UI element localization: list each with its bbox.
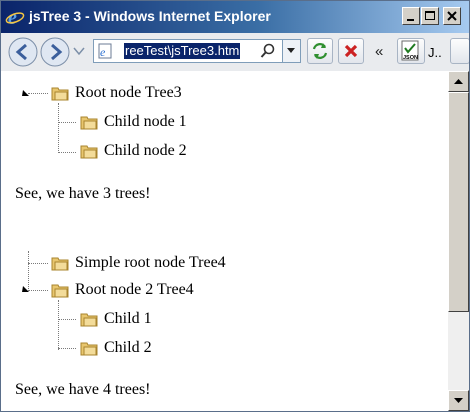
minimize-button[interactable] — [402, 7, 420, 25]
title-bar: e jsTree 3 - Windows Internet Explorer — [1, 1, 469, 33]
folder-icon — [51, 257, 69, 271]
folder-icon — [80, 145, 98, 159]
paragraph-text: See, we have 3 trees! — [15, 185, 151, 202]
node-label[interactable]: Child node 1 — [104, 110, 187, 134]
maximize-button[interactable] — [421, 7, 439, 25]
svg-text:e: e — [100, 45, 106, 59]
svg-text:JSON: JSON — [403, 55, 418, 61]
paragraph-text: See, we have 4 trees! — [15, 381, 151, 398]
back-icon[interactable] — [7, 36, 39, 68]
folder-icon — [80, 313, 98, 327]
refresh-button[interactable] — [307, 38, 333, 64]
node-label[interactable]: Child 2 — [104, 336, 152, 360]
refresh-icon — [312, 43, 328, 59]
folder-icon — [51, 87, 69, 101]
more-tab-button[interactable] — [450, 38, 469, 64]
node-label[interactable]: Child node 2 — [104, 139, 187, 163]
close-button[interactable] — [443, 7, 461, 25]
folder-icon — [80, 116, 98, 130]
node-label[interactable]: Root node Tree3 — [75, 81, 182, 105]
page-content: Root node Tree3 Child node 1 Child node … — [1, 71, 448, 411]
page-icon: e — [98, 43, 112, 59]
scroll-up-button[interactable] — [448, 71, 469, 92]
scroll-thumb[interactable] — [448, 92, 469, 312]
vertical-scrollbar[interactable] — [448, 71, 469, 411]
url-text[interactable]: reeTest\jsTree3.htm — [124, 43, 241, 59]
json-icon: JSON — [401, 40, 419, 61]
json-tab-label[interactable]: J.. — [428, 45, 442, 60]
stop-button[interactable] — [338, 38, 364, 64]
address-dropdown[interactable] — [282, 40, 300, 62]
close-icon — [447, 11, 457, 21]
browser-window: e jsTree 3 - Windows Internet Explorer e… — [0, 0, 470, 412]
scroll-down-button[interactable] — [448, 390, 469, 411]
window-title: jsTree 3 - Windows Internet Explorer — [29, 8, 271, 24]
stop-icon — [344, 44, 358, 58]
history-dropdown-icon[interactable] — [73, 46, 85, 56]
dropdown-icon — [287, 48, 295, 53]
node-label[interactable]: Child 1 — [104, 307, 152, 331]
minimize-icon — [407, 19, 414, 21]
search-icon[interactable] — [260, 43, 276, 59]
scroll-down-icon — [454, 398, 463, 403]
node-label[interactable]: Simple root node Tree4 — [75, 251, 226, 275]
maximize-icon — [425, 11, 435, 20]
address-bar[interactable]: e reeTest\jsTree3.htm — [93, 39, 301, 63]
navigation-toolbar: e reeTest\jsTree3.htm « JSON J.. — [1, 33, 469, 72]
json-tab-button[interactable]: JSON — [397, 38, 425, 64]
forward-icon[interactable] — [39, 36, 71, 68]
folder-icon — [80, 342, 98, 356]
folder-icon — [51, 284, 69, 298]
node-label[interactable]: Root node 2 Tree4 — [75, 278, 194, 302]
toolbar-chevron[interactable]: « — [375, 43, 383, 60]
scroll-up-icon — [454, 79, 463, 84]
expanded-arrow-icon[interactable] — [20, 89, 32, 99]
ie-logo-icon: e — [5, 7, 25, 27]
